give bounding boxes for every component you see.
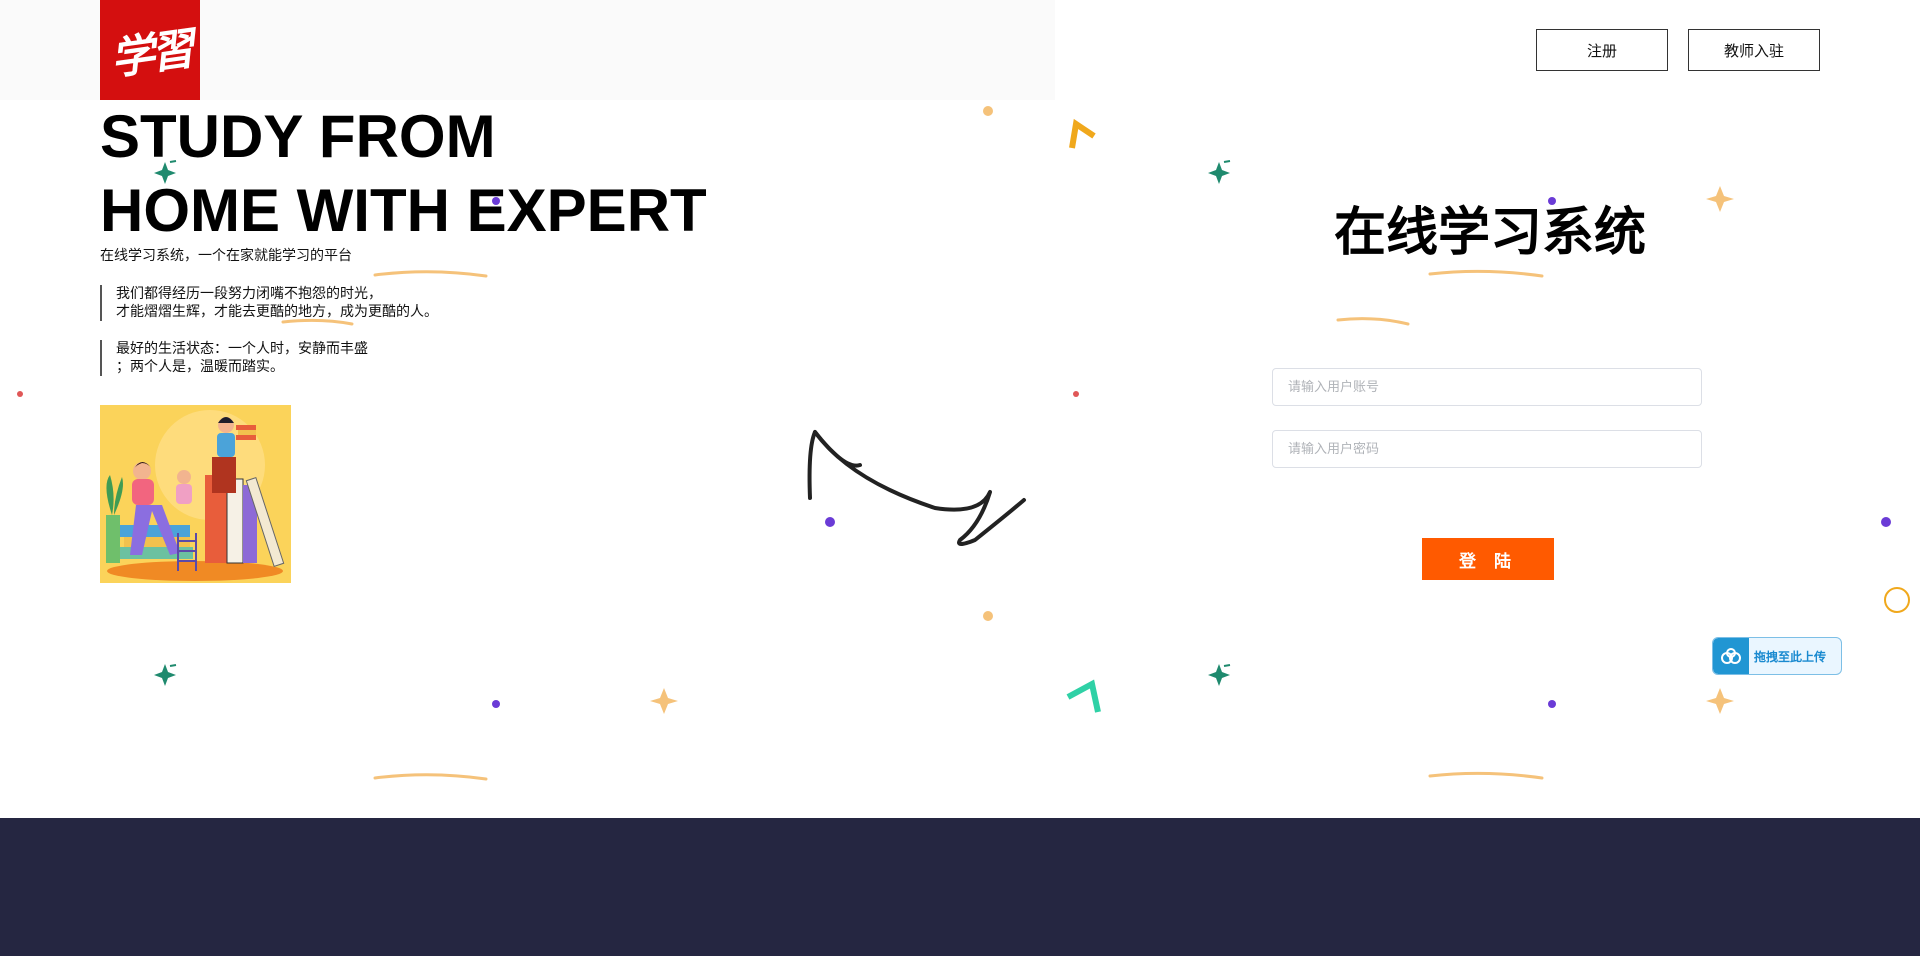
cloud-upload-icon (1713, 638, 1749, 674)
quote-2-line-2: ；两个人是，温暖而踏实。 (116, 359, 284, 375)
upload-label: 拖拽至此上传 (1754, 649, 1827, 664)
hero-title-line1: STUDY FROM (100, 103, 496, 170)
quote-2-line-1: 最好的生活状态：一个人时，安静而丰盛 (116, 341, 368, 357)
quote-1-line-2: 才能熠熠生辉，才能去更酷的地方，成为更酷的人。 (116, 304, 438, 320)
login-button[interactable]: 登 陆 (1422, 538, 1554, 580)
logo-text: 学習 (107, 23, 194, 86)
page-footer (0, 818, 1920, 956)
quote-block-2: 最好的生活状态：一个人时，安静而丰盛 ；两个人是，温暖而踏实。 (100, 340, 368, 376)
teacher-join-button[interactable]: 教师入驻 (1688, 29, 1820, 71)
study-illustration (100, 405, 291, 583)
hero-title: STUDY FROM HOME WITH EXPERT (100, 100, 707, 248)
hero-tagline: 在线学习系统，一个在家就能学习的平台 (100, 248, 352, 264)
site-logo[interactable]: 学習 (100, 0, 200, 100)
drag-upload-widget[interactable]: 拖拽至此上传 (1712, 637, 1842, 675)
quote-1-line-1: 我们都得经历一段努力闭嘴不抱怨的时光， (116, 286, 382, 302)
register-button[interactable]: 注册 (1536, 29, 1668, 71)
login-title: 在线学习系统 (1333, 203, 1646, 263)
quote-block-1: 我们都得经历一段努力闭嘴不抱怨的时光， 才能熠熠生辉，才能去更酷的地方，成为更酷… (100, 285, 438, 321)
password-input[interactable] (1272, 430, 1702, 468)
hero-title-line2: HOME WITH EXPERT (100, 177, 707, 244)
username-input[interactable] (1272, 368, 1702, 406)
arrow-doodle-icon (807, 430, 1026, 546)
